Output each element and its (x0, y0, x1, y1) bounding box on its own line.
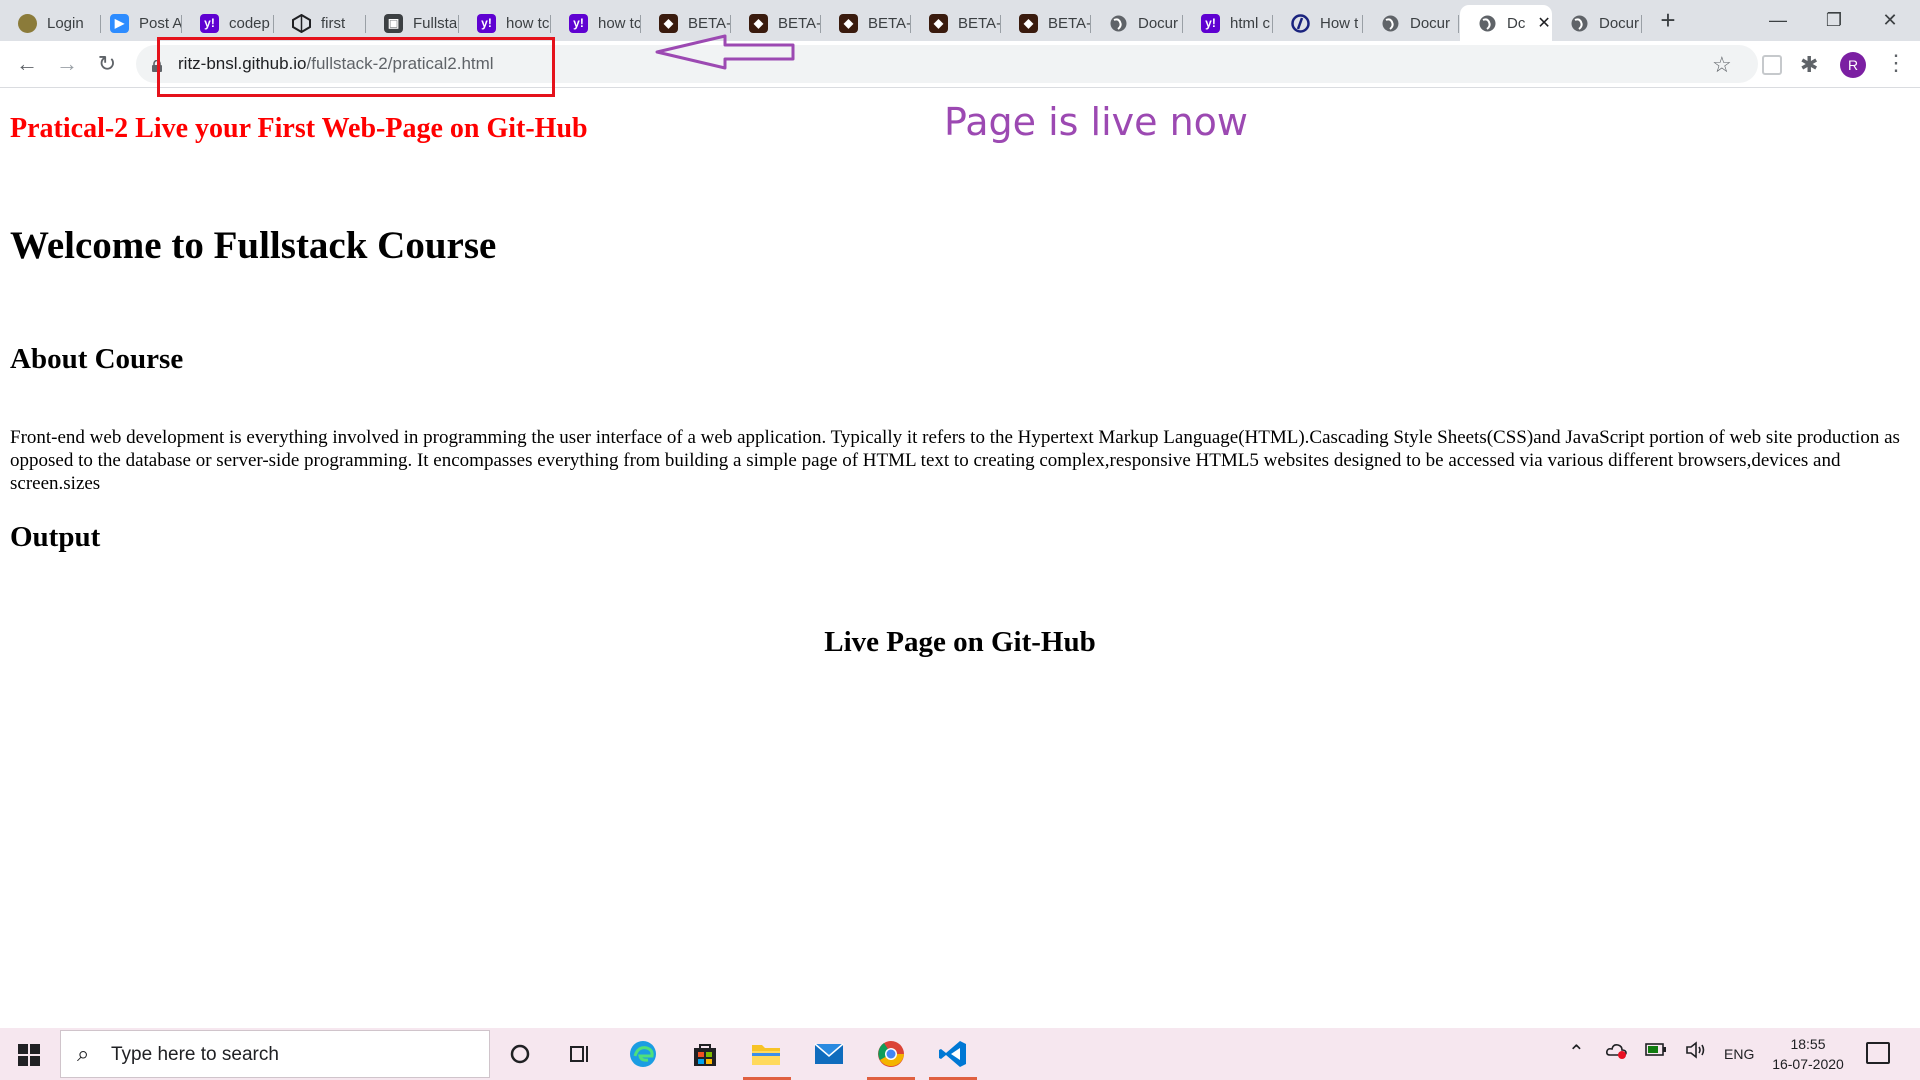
new-tab-button[interactable]: + (1655, 7, 1681, 34)
tab-title: codep (229, 14, 270, 32)
tab-document-2[interactable]: Docur (1363, 5, 1459, 41)
chrome-icon[interactable] (873, 1036, 909, 1072)
beta-favicon-icon: ◆ (929, 13, 948, 33)
login-favicon-icon (18, 13, 37, 33)
tab-title: BETA- (958, 14, 1001, 32)
yahoo-favicon-icon: y! (200, 13, 219, 33)
close-window-button[interactable]: ✕ (1862, 4, 1918, 36)
about-paragraph: Front-end web development is everything … (10, 427, 1900, 494)
codepen-favicon-icon (292, 13, 311, 33)
globe-favicon-icon (1478, 14, 1497, 33)
taskbar-clock[interactable]: 18:55 16-07-2020 (1768, 1034, 1848, 1074)
tab-close-icon[interactable]: ✕ (1537, 13, 1550, 33)
clock-date: 16-07-2020 (1772, 1056, 1844, 1072)
language-indicator[interactable]: ENG (1724, 1046, 1754, 1062)
yahoo-favicon-icon: y! (569, 13, 588, 33)
vscode-icon[interactable] (935, 1036, 971, 1072)
tab-title: How t (1320, 14, 1359, 32)
live-page-heading: Live Page on Git-Hub (824, 626, 1096, 658)
extensions-puzzle-icon[interactable]: ✱ (1800, 52, 1818, 78)
windows-start-icon[interactable] (18, 1044, 40, 1066)
tab-document-1[interactable]: Docur (1091, 5, 1183, 41)
tab-title: Docur (1410, 14, 1451, 32)
tab-first[interactable]: first (274, 5, 366, 41)
tab-how-to-1[interactable]: y! how tc (459, 5, 551, 41)
yahoo-favicon-icon: y! (477, 13, 496, 33)
tab-title: BETA- (778, 14, 821, 32)
browser-menu-icon[interactable]: ⋮ (1885, 50, 1907, 76)
tab-title: BETA- (1048, 14, 1091, 32)
tab-strip: Login ▶ Post A y! codep first ▣ Fullsta … (0, 0, 1920, 41)
zoom-favicon-icon: ▶ (110, 13, 129, 33)
maximize-button[interactable]: ❐ (1806, 4, 1862, 36)
minimize-button[interactable]: — (1750, 4, 1806, 36)
tab-title: Fullsta (413, 14, 458, 32)
cortana-icon[interactable] (502, 1036, 538, 1072)
tab-beta-3[interactable]: ◆ BETA- (821, 5, 911, 41)
web-page: Pratical-2 Live your First Web-Page on G… (0, 89, 1920, 1028)
about-heading: About Course (10, 343, 184, 375)
file-explorer-icon[interactable] (748, 1036, 784, 1072)
tab-html[interactable]: y! html c (1183, 5, 1273, 41)
mail-icon[interactable] (811, 1036, 847, 1072)
clock-time: 18:55 (1790, 1036, 1826, 1052)
onedrive-icon[interactable] (1605, 1040, 1629, 1065)
windows-taskbar: ⌕ Type here to search ⌃ ENG 18:55 16-07-… (0, 1028, 1920, 1080)
tab-post[interactable]: ▶ Post A (92, 5, 182, 41)
purple-arrow (655, 34, 795, 70)
url-highlight-box (157, 37, 555, 97)
beta-favicon-icon: ◆ (839, 13, 858, 33)
tab-title: Dc (1507, 14, 1526, 32)
tab-fullstack[interactable]: ▣ Fullsta (366, 5, 459, 41)
notification-center-icon[interactable] (1866, 1042, 1890, 1064)
tab-beta-5[interactable]: ◆ BETA- (1001, 5, 1091, 41)
tab-title: BETA- (688, 14, 731, 32)
bookmark-star-icon[interactable]: ☆ (1712, 52, 1732, 78)
howto-favicon-icon (1291, 13, 1310, 33)
beta-favicon-icon: ◆ (1019, 13, 1038, 33)
globe-favicon-icon (1570, 14, 1589, 33)
globe-favicon-icon (1109, 14, 1128, 33)
tab-codepen-search[interactable]: y! codep (182, 5, 274, 41)
tab-title: Login (47, 14, 84, 32)
welcome-heading: Welcome to Fullstack Course (10, 224, 497, 267)
profile-avatar[interactable]: R (1840, 52, 1866, 78)
tab-title: how tc (506, 14, 550, 32)
tab-title: first (321, 14, 346, 32)
tab-title: html c (1230, 14, 1271, 32)
tab-title: Docur (1138, 14, 1179, 32)
battery-icon[interactable] (1645, 1040, 1667, 1063)
globe-favicon-icon (1381, 14, 1400, 33)
tab-title: Post A (139, 14, 182, 32)
taskbar-search-input[interactable]: ⌕ Type here to search (60, 1030, 490, 1078)
tab-beta-4[interactable]: ◆ BETA- (911, 5, 1001, 41)
back-button[interactable]: ← (12, 49, 42, 79)
tab-active-document[interactable]: Dc ✕ (1460, 5, 1552, 41)
store-icon[interactable] (687, 1036, 723, 1072)
tab-document-3[interactable]: Docur (1552, 5, 1642, 41)
edge-icon[interactable] (625, 1036, 661, 1072)
yahoo-favicon-icon: y! (1201, 13, 1220, 33)
search-icon: ⌕ (77, 1041, 90, 1066)
tray-caret-icon[interactable]: ⌃ (1568, 1040, 1585, 1065)
tab-title: BETA- (868, 14, 911, 32)
tab-how-to-3[interactable]: How t (1273, 5, 1363, 41)
tab-title: how tc (598, 14, 641, 32)
task-view-icon[interactable] (562, 1036, 598, 1072)
output-heading: Output (10, 521, 101, 553)
document-favicon-icon: ▣ (384, 13, 403, 33)
page-title: Pratical-2 Live your First Web-Page on G… (10, 113, 588, 144)
tab-login[interactable]: Login (0, 5, 101, 41)
volume-icon[interactable] (1685, 1040, 1707, 1065)
tab-how-to-2[interactable]: y! how tc (551, 5, 641, 41)
tab-title: Docur (1599, 14, 1640, 32)
reload-button[interactable]: ↻ (92, 49, 122, 79)
extension-icon[interactable] (1762, 55, 1782, 75)
search-placeholder: Type here to search (111, 1044, 279, 1065)
forward-button[interactable]: → (52, 49, 82, 79)
